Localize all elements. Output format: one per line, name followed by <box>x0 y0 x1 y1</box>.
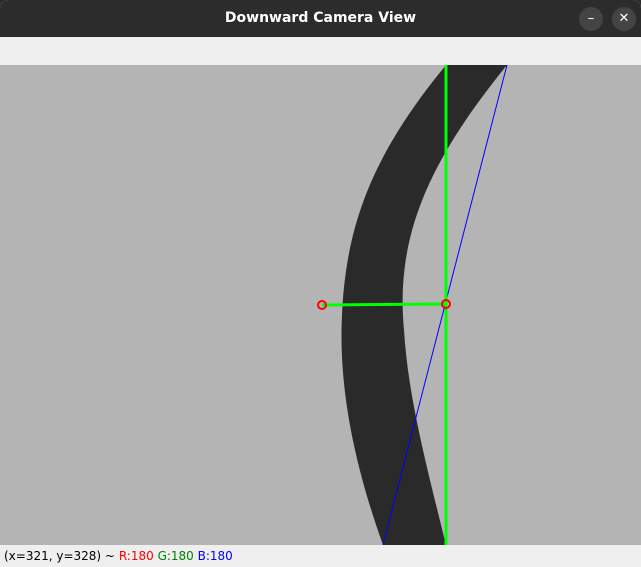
status-bar: (x=321, y=328) ~ R:180 G:180 B:180 <box>0 545 641 567</box>
window-title: Downward Camera View <box>224 10 417 26</box>
title-bar[interactable]: Downward Camera View – ✕ <box>0 0 641 37</box>
toolbar <box>0 37 641 65</box>
pixel-blue-value: B:180 <box>197 549 233 563</box>
floor-background <box>0 65 641 545</box>
app-window: Downward Camera View – ✕ (x=321, y=328) … <box>0 0 641 567</box>
cursor-coords: (x=321, y=328) ~ <box>4 549 115 563</box>
pixel-red-value: R:180 <box>118 549 154 563</box>
close-icon: ✕ <box>618 11 630 26</box>
camera-image[interactable] <box>0 64 641 546</box>
minimize-icon: – <box>587 11 595 26</box>
green-error-line <box>321 302 447 307</box>
pixel-green-value: G:180 <box>157 549 194 563</box>
minimize-button[interactable]: – <box>579 7 603 31</box>
camera-image-svg <box>0 64 641 546</box>
close-button[interactable]: ✕ <box>612 7 636 31</box>
